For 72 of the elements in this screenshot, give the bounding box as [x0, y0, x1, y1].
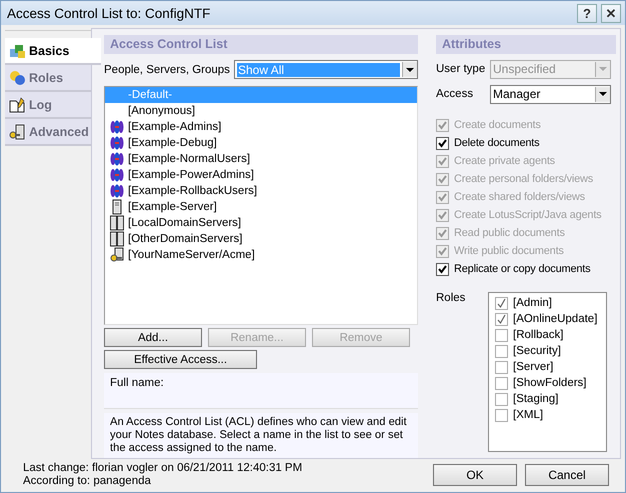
add-button[interactable]: Add...	[104, 328, 202, 348]
checkbox[interactable]	[495, 296, 508, 310]
role-label: [Server]	[513, 361, 554, 373]
checkbox-label: Write public documents	[454, 245, 564, 257]
list-item[interactable]: [Example-PowerAdmins]	[105, 167, 417, 183]
ok-button[interactable]: OK	[433, 464, 517, 486]
checkbox-label: Create LotusScript/Java agents	[454, 209, 602, 221]
checkbox-label: Read public documents	[454, 227, 565, 239]
full-name-label: Full name:	[110, 377, 164, 390]
section-header: Access Control List	[104, 35, 418, 54]
list-item[interactable]: [Example-Debug]	[105, 135, 417, 151]
help-button[interactable]: ?	[577, 4, 597, 22]
checkbox[interactable]	[495, 344, 508, 358]
checkbox-label: Create personal folders/views	[454, 173, 594, 185]
role-label: [XML]	[513, 409, 544, 421]
sidebar-tab[interactable]: Basics	[5, 38, 101, 65]
list-item[interactable]: [Example-Admins]	[105, 119, 417, 135]
key-server-icon	[9, 124, 25, 140]
masks-icon	[9, 70, 25, 86]
servers-icon	[110, 231, 124, 247]
list-item[interactable]: [OtherDomainServers]	[105, 231, 417, 247]
role-label: [Security]	[513, 345, 561, 357]
list-item[interactable]: [YourNameServer/Acme]	[105, 247, 417, 263]
window-title: Access Control List to: ConfigNTF	[7, 6, 210, 20]
cancel-button[interactable]: Cancel	[525, 464, 609, 486]
blocks-icon	[9, 42, 25, 58]
checkbox[interactable]	[495, 376, 508, 390]
book-pencil-icon	[9, 96, 25, 112]
server-icon	[110, 199, 124, 215]
section-header: Attributes	[436, 35, 616, 54]
filter-label: People, Servers, Groups	[104, 64, 230, 76]
checkbox[interactable]	[495, 360, 508, 374]
people-group-icon	[110, 151, 124, 167]
role-label: [Rollback]	[513, 329, 564, 341]
list-item[interactable]: [Example-NormalUsers]	[105, 151, 417, 167]
field-label: User type	[436, 63, 486, 75]
people-group-icon	[110, 167, 124, 183]
checkbox-label: Replicate or copy documents	[454, 263, 590, 275]
access-dropdown[interactable]: Manager	[490, 84, 611, 104]
effective-access-button[interactable]: Effective Access...	[104, 350, 257, 370]
list-item[interactable]: [Example-Server]	[105, 199, 417, 215]
checkbox-label: Create documents	[454, 119, 541, 131]
list-item[interactable]: [Example-RollbackUsers]	[105, 183, 417, 199]
sidebar-tab[interactable]: Log	[5, 92, 91, 119]
key-server-icon	[110, 247, 124, 263]
checkbox[interactable]	[495, 408, 508, 422]
role-label: [Staging]	[513, 393, 558, 405]
checkbox[interactable]	[495, 328, 508, 342]
field-label: Access	[436, 88, 474, 100]
last-change-text: Last change: florian vogler on 06/21/2011 12:40:31 PM	[23, 462, 304, 475]
role-label: [ShowFolders]	[513, 377, 587, 389]
people-group-icon	[110, 183, 124, 199]
list-item[interactable]: [LocalDomainServers]	[105, 215, 417, 231]
checkbox-label: Create shared folders/views	[454, 191, 585, 203]
checkbox-label: Delete documents	[454, 137, 540, 149]
author-text: According to: panagenda	[23, 475, 152, 488]
checkbox[interactable]	[436, 136, 449, 150]
roles-label: Roles	[436, 292, 466, 306]
role-label: [AOnlineUpdate]	[513, 313, 598, 325]
role-label: [Admin]	[513, 297, 552, 309]
servers-icon	[110, 215, 124, 231]
checkbox-label: Create private agents	[454, 155, 555, 167]
checkbox[interactable]	[495, 392, 508, 406]
sidebar-tab[interactable]: Advanced	[5, 119, 91, 146]
sidebar-tab[interactable]: Roles	[5, 65, 91, 92]
people-group-icon	[110, 135, 124, 151]
list-item[interactable]: [Anonymous]	[105, 103, 417, 119]
close-button[interactable]: ✕	[601, 4, 621, 22]
checkbox[interactable]	[436, 262, 449, 276]
people-group-icon	[110, 119, 124, 135]
description-text: An Access Control List (ACL) defines who can view and edit your Notes database. Select a name in the list to see or set the access assigned to the name.	[104, 413, 418, 458]
checkbox[interactable]	[495, 312, 508, 326]
